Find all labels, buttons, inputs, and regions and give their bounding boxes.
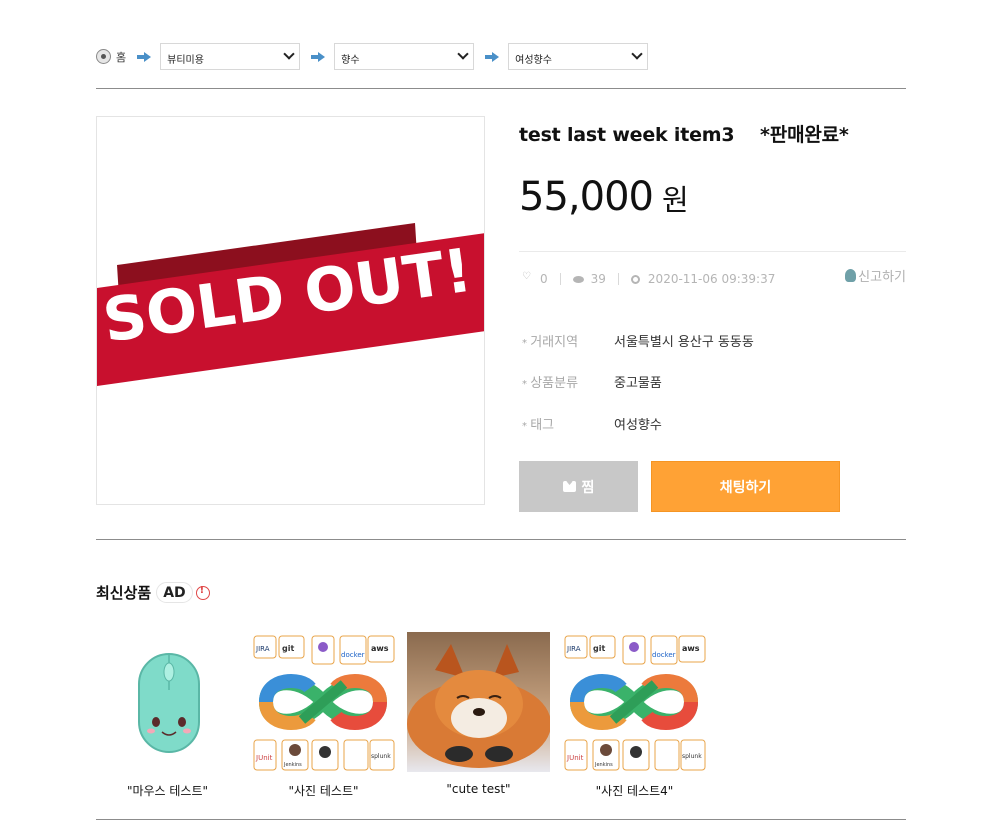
- devops-label: aws: [682, 644, 700, 653]
- info-label: 거래지역: [522, 331, 614, 350]
- devops-label: docker: [652, 651, 676, 659]
- likes-stat: 0: [519, 271, 548, 286]
- product-card-caption[interactable]: "마우스 테스트": [96, 782, 239, 799]
- recent-products-header: 최신상품 AD: [96, 582, 210, 603]
- product-card[interactable]: JIRA git docker aws JUnit Jenkins splunk…: [252, 632, 395, 799]
- recent-title: 최신상품: [96, 584, 152, 602]
- heart-icon: [522, 271, 531, 283]
- home-icon[interactable]: [96, 49, 111, 64]
- divider: [96, 88, 906, 89]
- devops-label: git: [593, 644, 605, 653]
- product-thumbnail[interactable]: [407, 632, 550, 772]
- info-row-category: 상품분류 중고물품: [522, 372, 662, 391]
- devops-label: Jenkins: [283, 762, 302, 768]
- devops-label: aws: [371, 644, 389, 653]
- arrow-right-icon: [485, 51, 500, 62]
- info-row-location: 거래지역 서울특별시 용산구 동동동: [522, 331, 754, 350]
- info-value: 서울특별시 용산구 동동동: [614, 335, 754, 350]
- breadcrumb: 홈 뷰티미용 향수 여성향수: [96, 43, 649, 70]
- info-row-tag: 태그 여성향수: [522, 414, 662, 433]
- devops-label: JIRA: [566, 645, 581, 653]
- clock-icon: [630, 274, 640, 284]
- category-select-level1-value: 뷰티미용: [167, 55, 204, 66]
- devops-label: JUnit: [566, 754, 584, 762]
- views-count: 39: [590, 272, 606, 286]
- heart-icon: [562, 478, 576, 492]
- chat-button[interactable]: 채팅하기: [651, 461, 840, 512]
- category-select-level2-value: 향수: [341, 55, 360, 66]
- product-card-caption[interactable]: "cute test": [407, 782, 550, 796]
- zzim-button[interactable]: 찜: [519, 461, 638, 512]
- devops-label: splunk: [371, 753, 391, 760]
- separator: [617, 273, 619, 285]
- product-stats: 0 39 2020-11-06 09:39:37: [519, 271, 776, 286]
- price-value: 55,000: [519, 174, 654, 220]
- product-card-caption[interactable]: "사진 테스트": [252, 782, 395, 799]
- chat-label: 채팅하기: [719, 479, 772, 496]
- devops-label: JIRA: [255, 645, 270, 653]
- date-stat: 2020-11-06 09:39:37: [630, 272, 776, 286]
- chevron-down-icon: [457, 48, 469, 60]
- mouse-image: [138, 653, 200, 753]
- post-date: 2020-11-06 09:39:37: [647, 272, 776, 286]
- report-label: 신고하기: [858, 270, 906, 285]
- product-thumbnail[interactable]: JIRA git docker aws JUnit Jenkins splunk: [563, 632, 706, 772]
- devops-diagram-image: JIRA git docker aws JUnit Jenkins splunk: [563, 632, 706, 772]
- devops-label: splunk: [682, 753, 702, 760]
- info-value[interactable]: 여성향수: [614, 414, 662, 433]
- divider: [96, 539, 906, 540]
- divider: [519, 251, 906, 252]
- ad-badge: AD: [156, 582, 193, 603]
- fox-image: [407, 632, 550, 772]
- category-select-level3-value: 여성향수: [515, 55, 552, 66]
- chevron-down-icon: [631, 48, 643, 60]
- report-link[interactable]: 신고하기: [845, 266, 906, 285]
- category-select-level2[interactable]: 향수: [334, 43, 475, 70]
- eye-icon: [572, 275, 584, 283]
- sold-out-graphic: SOLD OUT!: [97, 223, 484, 386]
- devops-diagram-image: JIRA git docker aws JUnit Jenkins splunk: [252, 632, 395, 772]
- product-thumbnail[interactable]: JIRA git docker aws JUnit Jenkins splunk: [252, 632, 395, 772]
- product-image[interactable]: SOLD OUT!: [96, 116, 485, 505]
- devops-label: docker: [341, 651, 365, 659]
- product-card[interactable]: "마우스 테스트": [96, 632, 239, 799]
- devops-label: Jenkins: [594, 762, 613, 768]
- breadcrumb-home[interactable]: 홈: [116, 49, 126, 65]
- info-icon[interactable]: [195, 585, 210, 600]
- info-label: 태그: [522, 414, 614, 433]
- category-select-level3[interactable]: 여성향수: [508, 43, 649, 70]
- arrow-right-icon: [311, 51, 326, 62]
- product-thumbnail[interactable]: [96, 632, 239, 772]
- info-label: 상품분류: [522, 372, 614, 391]
- separator: [559, 273, 561, 285]
- devops-label: git: [282, 644, 294, 653]
- product-card[interactable]: JIRA git docker aws JUnit Jenkins splunk…: [563, 632, 706, 799]
- category-select-level1[interactable]: 뷰티미용: [160, 43, 301, 70]
- info-value: 중고물품: [614, 376, 662, 391]
- devops-label: JUnit: [255, 754, 273, 762]
- product-card[interactable]: "cute test": [407, 632, 550, 796]
- arrow-right-icon: [137, 51, 152, 62]
- product-card-caption[interactable]: "사진 테스트4": [563, 782, 706, 799]
- likes-count: 0: [540, 272, 548, 286]
- zzim-label: 찜: [581, 479, 595, 496]
- siren-icon: [845, 269, 857, 282]
- views-stat: 39: [572, 272, 606, 286]
- price-currency: 원: [661, 183, 689, 217]
- product-title: test last week item3 *판매완료*: [519, 124, 849, 146]
- chevron-down-icon: [283, 48, 295, 60]
- divider: [96, 819, 906, 820]
- product-price: 55,000 원: [519, 174, 689, 220]
